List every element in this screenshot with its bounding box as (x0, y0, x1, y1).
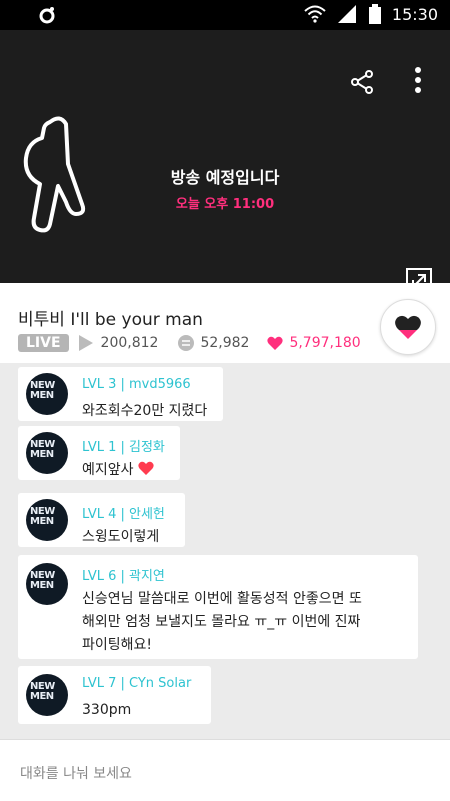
chat-text: 스윙도이렇게 (82, 529, 160, 545)
chat-username[interactable]: LVL 1 | 김정화 (82, 436, 165, 455)
chat-username[interactable]: LVL 7 | CYn Solar (82, 676, 191, 691)
chat-input-bar[interactable]: 대화를 나눠 보세요 (0, 739, 450, 801)
chat-input-placeholder[interactable]: 대화를 나눠 보세요 (20, 763, 132, 783)
video-title: 비투비 I'll be your man (18, 310, 203, 330)
avatar[interactable]: NEW MEN (26, 674, 68, 716)
heart-icon (267, 336, 284, 350)
heart-gauge-icon (395, 315, 421, 339)
chat-message: NEW MEN LVL 6 | 곽지연 신승연님 말씀대로 이번에 활동성적 안… (18, 555, 418, 659)
chat-username[interactable]: LVL 6 | 곽지연 (82, 565, 165, 584)
schedule-time: 오늘 오후 11:00 (175, 197, 275, 212)
share-icon[interactable] (350, 70, 374, 94)
wifi-icon (304, 5, 326, 23)
chat-list[interactable]: NEW MEN LVL 3 | mvd5966 와조회수20만 지렸다 NEW … (0, 363, 450, 739)
chat-text: 예지앞사 (82, 459, 154, 482)
live-badge: LIVE (18, 334, 69, 352)
chat-message: NEW MEN LVL 1 | 김정화 예지앞사 (18, 426, 180, 480)
chat-message: NEW MEN LVL 3 | mvd5966 와조회수20만 지렸다 (18, 367, 223, 421)
avatar[interactable]: NEW MEN (26, 563, 68, 605)
view-count: 200,812 (100, 335, 159, 351)
play-icon (78, 335, 93, 351)
comment-icon (178, 335, 195, 351)
chat-text: 신승연님 말씀대로 이번에 활동성적 안좋으면 또 해외만 엄청 보낼지도 몰라… (82, 591, 362, 653)
more-options-icon[interactable] (408, 66, 428, 94)
avatar[interactable]: NEW MEN (26, 432, 68, 474)
clock: 15:30 (391, 4, 438, 24)
status-bar: 15:30 (0, 0, 450, 30)
signal-icon (337, 5, 356, 23)
heart-emoji-icon (138, 461, 154, 475)
like-count: 5,797,180 (289, 335, 361, 351)
chat-message: NEW MEN LVL 7 | CYn Solar 330pm (18, 666, 211, 724)
chat-message: NEW MEN LVL 4 | 안세헌 스윙도이렇게 (18, 493, 185, 547)
video-player[interactable]: 방송 예정입니다 오늘 오후 11:00 (0, 30, 450, 294)
battery-icon (368, 4, 381, 24)
schedule-title: 방송 예정입니다 (170, 168, 280, 187)
chat-text: 와조회수20만 지렸다 (82, 403, 208, 419)
like-button[interactable] (380, 299, 436, 355)
ring-app-icon (39, 7, 55, 24)
comment-count: 52,982 (200, 335, 250, 351)
chat-username[interactable]: LVL 3 | mvd5966 (82, 377, 191, 392)
chat-text: 330pm (82, 702, 132, 718)
avatar[interactable]: NEW MEN (26, 373, 68, 415)
avatar[interactable]: NEW MEN (26, 499, 68, 541)
video-stats: LIVE 200,812 52,982 5,797,180 (18, 332, 361, 354)
chat-username[interactable]: LVL 4 | 안세헌 (82, 503, 165, 522)
